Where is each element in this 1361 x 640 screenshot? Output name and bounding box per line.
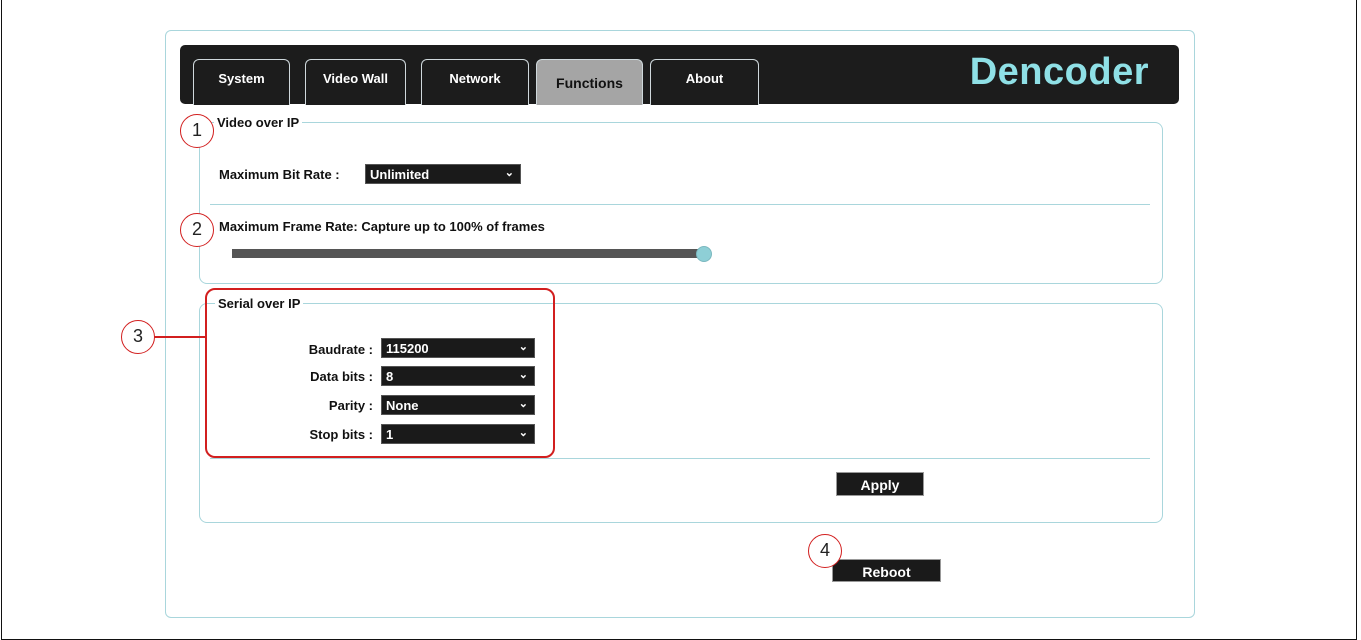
chevron-down-icon: ⌄ [504, 167, 514, 179]
framerate-slider-fill [232, 249, 704, 258]
callout-3: 3 [121, 320, 155, 354]
serial-highlight-box [205, 288, 555, 458]
tab-network[interactable]: Network [421, 59, 529, 105]
tab-about[interactable]: About [650, 59, 759, 105]
brand-logo: Dencoder [969, 51, 1149, 93]
bitrate-select[interactable]: Unlimited ⌄ [365, 164, 521, 184]
callout-1: 1 [180, 114, 214, 148]
framerate-slider-handle[interactable] [696, 246, 712, 262]
reboot-button[interactable]: Reboot [832, 559, 941, 582]
divider [210, 458, 1150, 459]
top-nav-bar: System Video Wall Network Functions Abou… [180, 45, 1179, 105]
video-over-ip-fieldset [199, 122, 1163, 284]
callout-2: 2 [180, 213, 214, 247]
tab-functions[interactable]: Functions [536, 59, 643, 105]
divider [210, 204, 1150, 205]
bitrate-label: Maximum Bit Rate : [219, 167, 340, 182]
tab-system[interactable]: System [193, 59, 290, 105]
callout-4: 4 [808, 534, 842, 568]
framerate-slider[interactable] [232, 249, 704, 258]
framerate-label: Maximum Frame Rate: Capture up to 100% o… [219, 219, 545, 234]
video-over-ip-legend: Video over IP [214, 115, 303, 130]
tab-video-wall[interactable]: Video Wall [305, 59, 406, 105]
apply-button[interactable]: Apply [836, 472, 924, 496]
bitrate-value: Unlimited [370, 167, 430, 182]
callout-leader-line [153, 336, 206, 338]
